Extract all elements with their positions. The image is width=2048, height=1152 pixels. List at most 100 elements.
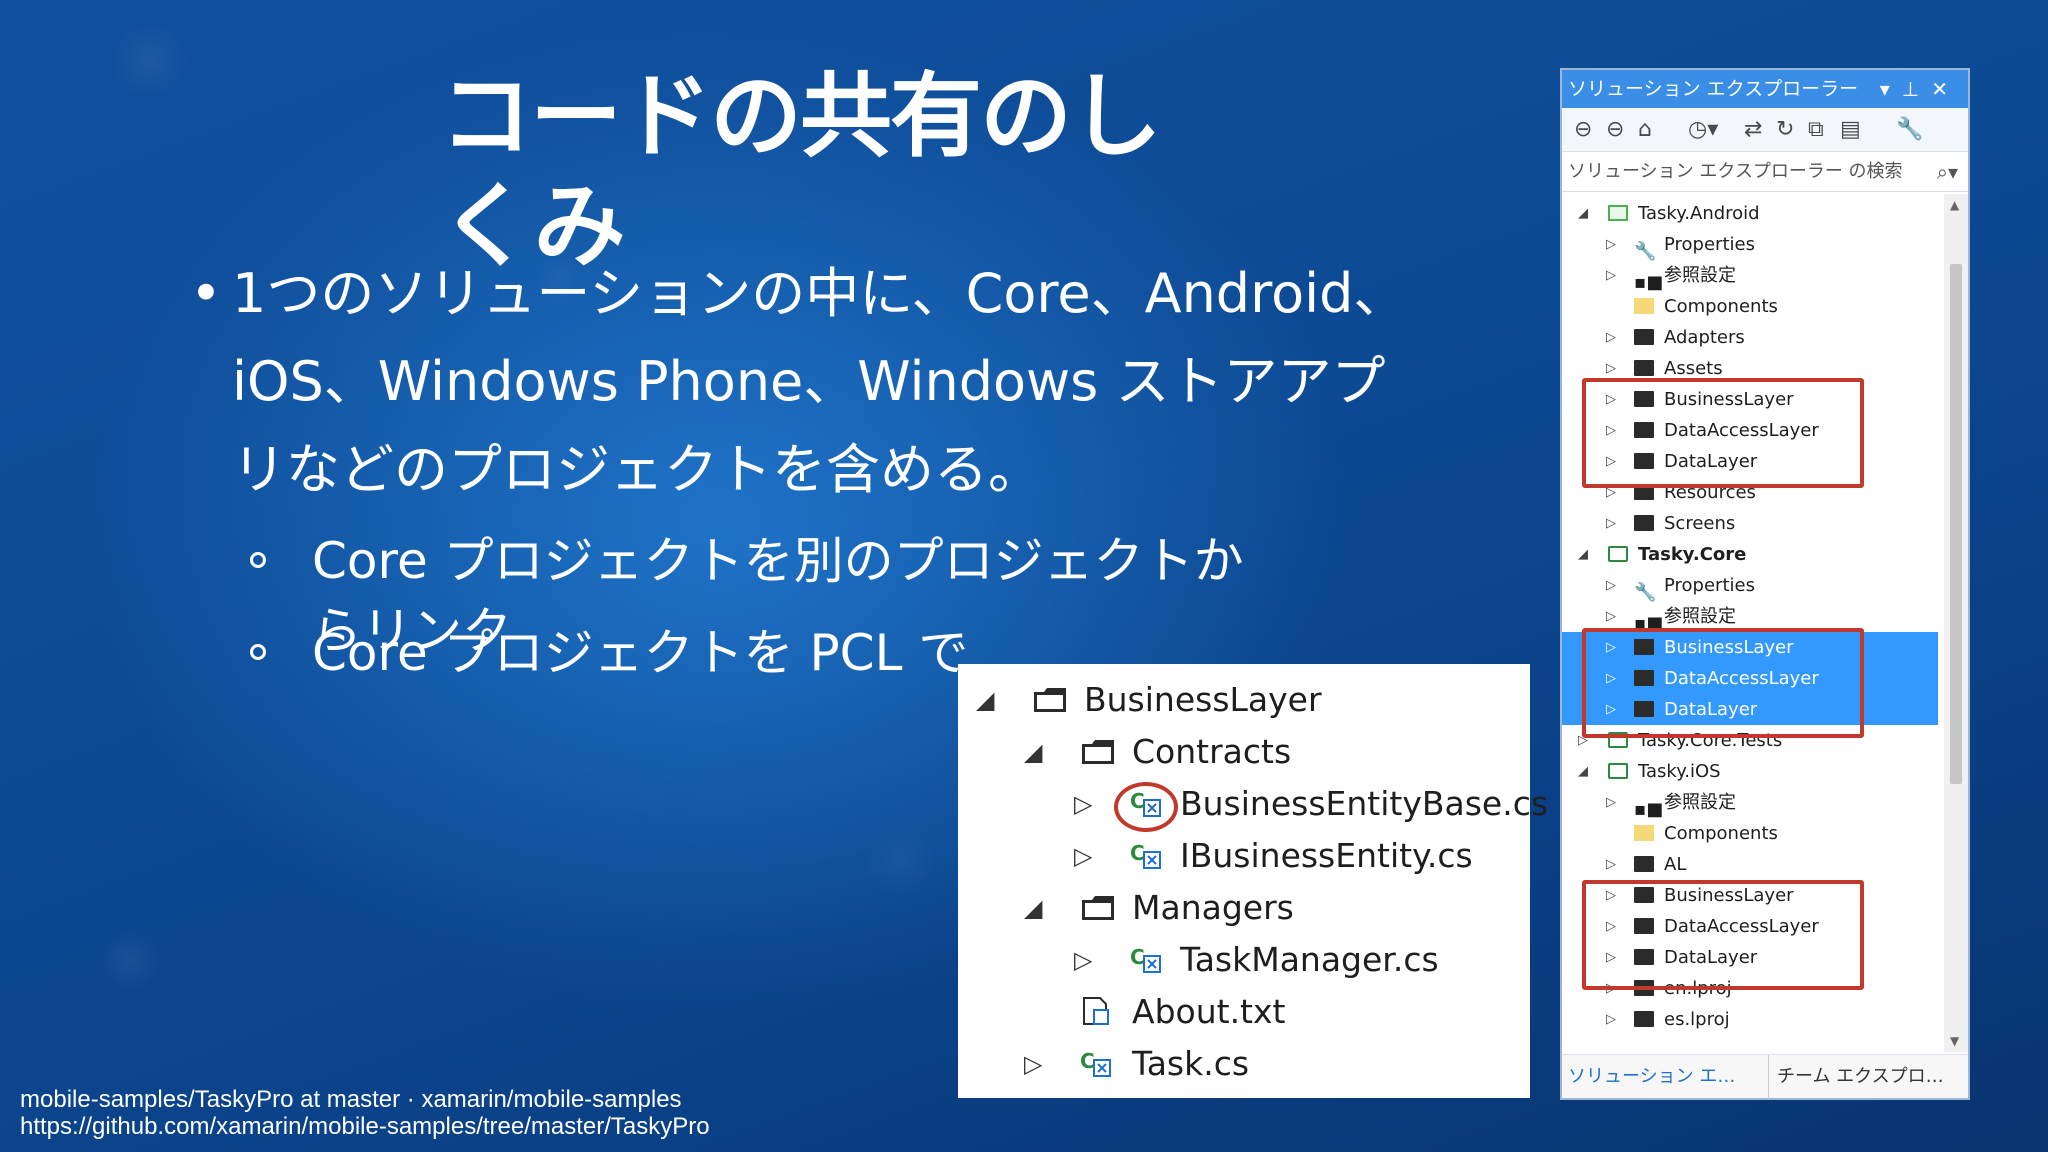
- properties-wrench-icon[interactable]: 🔧: [1896, 117, 1923, 142]
- collapsed-arrow-icon[interactable]: ▷: [1024, 1050, 1042, 1078]
- svg-text:C: C: [1130, 945, 1145, 969]
- business-layer-tree-panel: ◢ BusinessLayer ◢ Contracts ▷ C Business…: [958, 664, 1548, 1098]
- folder-icon: [1080, 736, 1116, 766]
- collapsed-arrow-icon[interactable]: ▷: [1606, 570, 1616, 601]
- project-tasky-android[interactable]: ◢ Tasky.Android: [1562, 198, 1938, 229]
- vertical-scrollbar[interactable]: ▲ ▼: [1944, 194, 1968, 1052]
- tree-item-references[interactable]: ▷ ▪■ 参照設定: [1562, 260, 1938, 293]
- tree-item-taskmanager[interactable]: ▷ C TaskManager.cs: [958, 934, 1530, 986]
- back-icon[interactable]: ⊖: [1574, 117, 1592, 142]
- search-placeholder: ソリューション エクスプローラー の検索: [1568, 161, 1903, 182]
- sub-bullet-ring-icon: [250, 552, 266, 568]
- tree-item-managers[interactable]: ◢ Managers: [958, 882, 1530, 934]
- tree-item-label: Tasky.Android: [1638, 203, 1760, 224]
- highlight-box: [1582, 628, 1864, 738]
- search-icon[interactable]: ⌕▾: [1937, 152, 1958, 192]
- collapsed-arrow-icon[interactable]: ▷: [1606, 1004, 1616, 1035]
- expanded-arrow-icon[interactable]: ◢: [1024, 738, 1042, 766]
- tree-item-properties[interactable]: ▷ 🔧 Properties: [1562, 570, 1938, 603]
- tab-team-explorer[interactable]: チーム エクスプロ…: [1768, 1055, 1944, 1099]
- project-tasky-ios[interactable]: ◢ Tasky.iOS: [1562, 756, 1938, 787]
- tree-item-es-lproj[interactable]: ▷ es.lproj: [1562, 1004, 1938, 1035]
- tab-solution-explorer[interactable]: ソリューション エ…: [1568, 1055, 1735, 1099]
- collapsed-arrow-icon[interactable]: ▷: [1606, 849, 1616, 880]
- svg-text:C: C: [1130, 841, 1145, 865]
- folder-icon: [1634, 1011, 1654, 1027]
- project-tasky-core[interactable]: ◢ Tasky.Core: [1562, 539, 1938, 570]
- collapsed-arrow-icon[interactable]: ▷: [1074, 842, 1092, 870]
- footer-line: mobile-samples/TaskyPro at master · xama…: [20, 1086, 682, 1113]
- folder-icon: [1080, 892, 1116, 922]
- scroll-down-icon[interactable]: ▼: [1950, 1034, 1959, 1048]
- expanded-arrow-icon[interactable]: ◢: [1578, 756, 1588, 787]
- references-icon: ▪■: [1634, 613, 1664, 634]
- refresh-icon[interactable]: ↻: [1776, 117, 1794, 142]
- highlight-circle: [1114, 782, 1178, 832]
- android-project-icon: [1608, 205, 1628, 221]
- tree-item-ibusinessentity[interactable]: ▷ C IBusinessEntity.cs: [958, 830, 1530, 882]
- tree-item-label: Screens: [1664, 513, 1736, 534]
- home-icon[interactable]: ⌂: [1638, 117, 1652, 142]
- references-icon: ▪■: [1634, 272, 1664, 293]
- csharp-project-icon: [1608, 546, 1628, 562]
- tree-item-businesslayer[interactable]: ◢ BusinessLayer: [958, 674, 1530, 726]
- text-file-icon: [1080, 996, 1116, 1026]
- folder-icon: [1634, 515, 1654, 531]
- sync-icon[interactable]: ⇄: [1744, 117, 1762, 142]
- collapsed-arrow-icon[interactable]: ▷: [1606, 260, 1616, 291]
- collapsed-arrow-icon[interactable]: ▷: [1074, 790, 1092, 818]
- tree-item-label: Properties: [1664, 234, 1755, 255]
- wrench-icon: 🔧: [1634, 582, 1657, 603]
- folder-icon: [1634, 298, 1654, 314]
- tree-item-screens[interactable]: ▷ Screens: [1562, 508, 1938, 539]
- slide-title: コードの共有のしくみ: [440, 63, 1162, 280]
- pin-icon[interactable]: ⊥: [1902, 77, 1931, 101]
- window-title: ソリューション エクスプローラー: [1568, 78, 1859, 100]
- tree-item-task[interactable]: ▷ C Task.cs: [958, 1038, 1530, 1090]
- tree-item-components[interactable]: Components: [1562, 291, 1938, 322]
- csharp-file-icon: C: [1130, 840, 1166, 870]
- tree-item-label: es.lproj: [1664, 1009, 1730, 1030]
- tree-item-references[interactable]: ▷ ▪■ 参照設定: [1562, 787, 1938, 820]
- scroll-thumb[interactable]: [1950, 264, 1962, 784]
- sub-bullet-ring-icon: [250, 644, 266, 660]
- tree-item-businessentitybase[interactable]: ▷ C BusinessEntityBase.cs: [958, 778, 1548, 830]
- bullet-dot: •: [190, 262, 222, 325]
- collapsed-arrow-icon[interactable]: ▷: [1606, 322, 1616, 353]
- dropdown-icon[interactable]: ▾: [1880, 77, 1902, 101]
- tree-item-contracts[interactable]: ◢ Contracts: [958, 726, 1530, 778]
- highlight-box: [1582, 378, 1864, 488]
- expanded-arrow-icon[interactable]: ◢: [1578, 539, 1588, 570]
- tree-item-label: BusinessLayer: [1084, 680, 1322, 719]
- tree-item-label: Properties: [1664, 575, 1755, 596]
- tree-item-properties[interactable]: ▷ 🔧 Properties: [1562, 229, 1938, 262]
- tree-item-label: Task.cs: [1132, 1044, 1250, 1083]
- tree-item-al[interactable]: ▷ AL: [1562, 849, 1938, 880]
- solution-search-input[interactable]: ソリューション エクスプローラー の検索 ⌕▾: [1562, 152, 1968, 192]
- expanded-arrow-icon[interactable]: ◢: [1578, 198, 1588, 229]
- tree-item-adapters[interactable]: ▷ Adapters: [1562, 322, 1938, 353]
- collapsed-arrow-icon[interactable]: ▷: [1606, 508, 1616, 539]
- expanded-arrow-icon[interactable]: ◢: [976, 686, 994, 714]
- tree-item-label: 参照設定: [1664, 792, 1736, 813]
- forward-icon[interactable]: ⊖: [1606, 117, 1624, 142]
- show-all-files-icon[interactable]: ▤: [1840, 117, 1861, 142]
- highlight-box: [1582, 880, 1864, 990]
- window-controls: ▾⊥✕: [1880, 70, 1960, 108]
- csharp-file-icon: C: [1080, 1048, 1116, 1078]
- collapsed-arrow-icon[interactable]: ▷: [1606, 229, 1616, 260]
- expanded-arrow-icon[interactable]: ◢: [1024, 894, 1042, 922]
- tree-item-about[interactable]: About.txt: [958, 986, 1530, 1038]
- collapsed-arrow-icon[interactable]: ▷: [1074, 946, 1092, 974]
- footer-url[interactable]: https://github.com/xamarin/mobile-sample…: [20, 1113, 920, 1140]
- tree-item-label: BusinessEntityBase.cs: [1180, 784, 1549, 823]
- tree-item-label: Adapters: [1664, 327, 1745, 348]
- collapsed-arrow-icon[interactable]: ▷: [1606, 787, 1616, 818]
- tree-item-label: IBusinessEntity.cs: [1180, 836, 1473, 875]
- svg-text:C: C: [1080, 1049, 1095, 1073]
- collapse-all-icon[interactable]: ⧉: [1808, 117, 1824, 142]
- tree-item-components[interactable]: Components: [1562, 818, 1938, 849]
- close-icon[interactable]: ✕: [1931, 77, 1960, 101]
- history-icon[interactable]: ◷▾: [1688, 117, 1718, 142]
- scroll-up-icon[interactable]: ▲: [1950, 198, 1959, 212]
